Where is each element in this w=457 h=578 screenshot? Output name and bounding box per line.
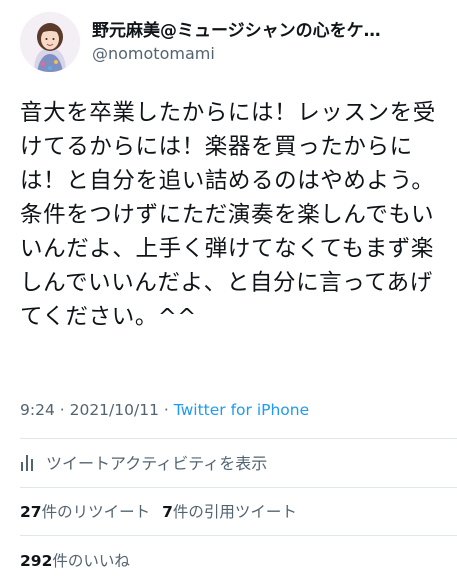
quote-tweets-stat[interactable]: 7件の引用ツイート: [162, 500, 297, 522]
divider: [20, 535, 457, 536]
display-name[interactable]: 野元麻美@ミュージシャンの心をケ…: [92, 19, 381, 43]
user-names: 野元麻美@ミュージシャンの心をケ… @nomotomami: [92, 19, 381, 65]
tweet-date[interactable]: 2021/10/11: [70, 401, 159, 419]
user-handle[interactable]: @nomotomami: [92, 43, 381, 65]
avatar-image: [20, 12, 80, 72]
retweets-stat[interactable]: 27件のリツイート: [20, 500, 150, 522]
quote-tweets-label: 件の引用ツイート: [172, 503, 297, 521]
divider: [20, 438, 457, 439]
tweet-header: 野元麻美@ミュージシャンの心をケ… @nomotomami: [20, 10, 437, 74]
quote-tweets-count: 7: [162, 503, 173, 521]
tweet-detail: 野元麻美@ミュージシャンの心をケ… @nomotomami 音大を卒業したからに…: [0, 0, 457, 578]
bar-chart-icon: [21, 455, 33, 471]
likes-stat[interactable]: 292件のいいね: [20, 549, 130, 571]
tweet-source-link[interactable]: Twitter for iPhone: [174, 401, 309, 419]
meta-separator: ·: [158, 401, 174, 419]
retweets-label: 件のリツイート: [41, 503, 151, 521]
tweet-time[interactable]: 9:24: [20, 401, 55, 419]
meta-separator: ·: [54, 401, 70, 419]
tweet-activity-label: ツイートアクティビティを表示: [46, 454, 268, 473]
retweet-stats: 27件のリツイート 7件の引用ツイート: [20, 497, 297, 525]
retweets-count: 27: [20, 503, 42, 521]
tweet-metadata: 9:24 · 2021/10/11 · Twitter for iPhone: [20, 401, 309, 419]
tweet-activity-link[interactable]: ツイートアクティビティを表示: [20, 447, 267, 477]
tweet-text: 音大を卒業したからには！レッスンを受けてるからには！楽器を買ったからには！と自分…: [20, 100, 436, 330]
avatar[interactable]: [20, 12, 80, 72]
divider: [20, 487, 457, 488]
like-stats: 292件のいいね: [20, 546, 130, 574]
likes-label: 件のいいね: [52, 552, 130, 570]
likes-count: 292: [20, 552, 53, 570]
